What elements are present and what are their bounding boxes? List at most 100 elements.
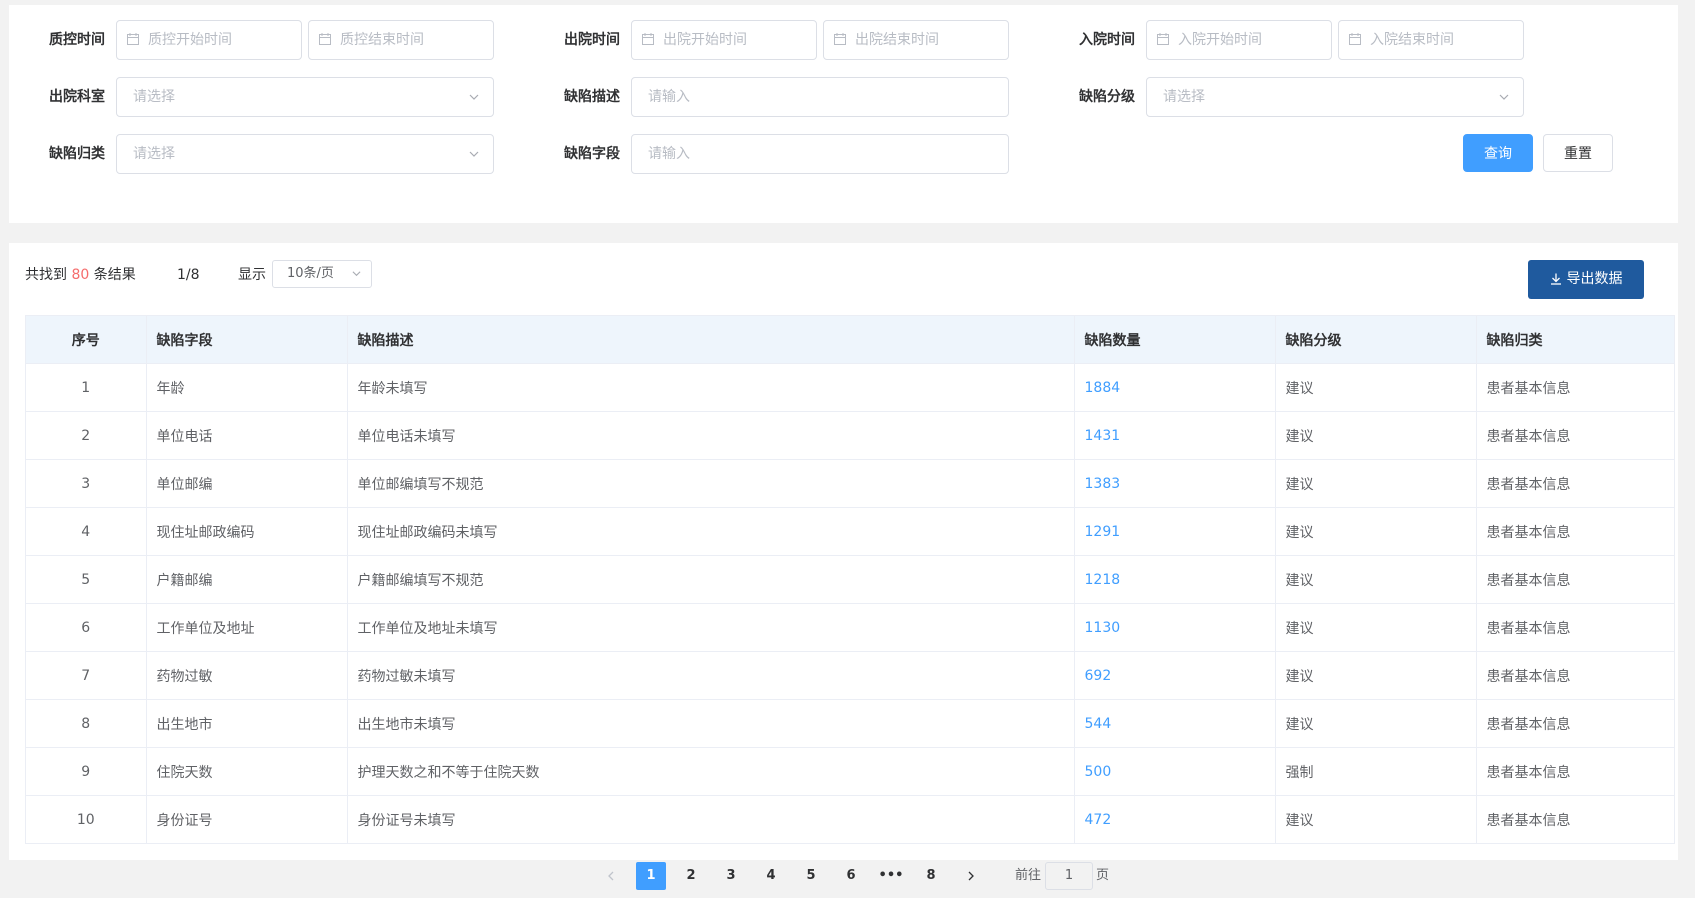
defect-category-label: 缺陷归类 — [49, 146, 105, 162]
admission-time-label: 入院时间 — [1079, 32, 1135, 48]
calendar-icon — [834, 33, 846, 45]
cell-level: 建议 — [1275, 651, 1477, 700]
cell-index: 2 — [26, 411, 147, 460]
results-panel: 共找到 80 条结果 1/8 显示 10条/页 导出数据 序号 缺陷字段 缺陷描… — [9, 243, 1678, 860]
table-row: 4 现住址邮政编码 现住址邮政编码未填写 1291 建议 患者基本信息 — [26, 507, 1674, 556]
defect-table: 序号 缺陷字段 缺陷描述 缺陷数量 缺陷分级 缺陷归类 1 年龄 年龄未填写 1884… — [25, 315, 1675, 844]
cell-field: 单位电话 — [146, 411, 348, 460]
discharge-dept-select[interactable]: 请选择 — [116, 77, 494, 117]
page-button[interactable]: 2 — [676, 862, 706, 890]
chevron-down-icon — [1499, 94, 1509, 100]
cell-field: 出生地市 — [146, 699, 348, 748]
qc-end-date-input[interactable]: 质控结束时间 — [308, 20, 494, 60]
cell-count[interactable]: 1884 — [1074, 363, 1276, 412]
cell-count[interactable]: 500 — [1074, 747, 1276, 796]
cell-count[interactable]: 1130 — [1074, 603, 1276, 652]
page-indicator: 1/8 — [177, 267, 200, 283]
col-header-desc: 缺陷描述 — [347, 316, 1075, 364]
table-row: 5 户籍邮编 户籍邮编填写不规范 1218 建议 患者基本信息 — [26, 555, 1674, 604]
cell-count[interactable]: 1291 — [1074, 507, 1276, 556]
qc-time-group: 质控时间 质控开始时间 质控结束时间 — [9, 20, 549, 60]
discharge-dept-placeholder: 请选择 — [133, 89, 175, 105]
filter-row-3: 缺陷归类 请选择 缺陷字段 请输入 查询 重置 — [9, 134, 1678, 174]
calendar-icon — [642, 33, 654, 45]
admission-start-date-input[interactable]: 入院开始时间 — [1146, 20, 1332, 60]
defect-desc-placeholder: 请输入 — [648, 89, 690, 105]
table-row: 10 身份证号 身份证号未填写 472 建议 患者基本信息 — [26, 795, 1674, 843]
qc-start-date-input[interactable]: 质控开始时间 — [116, 20, 302, 60]
page-size-select[interactable]: 10条/页 — [272, 260, 372, 288]
result-summary: 共找到 80 条结果 — [25, 265, 136, 285]
goto-page-input[interactable]: 1 — [1045, 862, 1093, 890]
show-label: 显示 — [238, 267, 266, 283]
discharge-end-placeholder: 出院结束时间 — [855, 32, 939, 48]
cell-level: 建议 — [1275, 603, 1477, 652]
cell-level: 建议 — [1275, 507, 1477, 556]
chevron-left-icon — [608, 871, 614, 880]
filter-panel: 质控时间 质控开始时间 质控结束时间 出院时间 出院开始时间 出院结束时间 入院… — [9, 5, 1678, 223]
col-header-field: 缺陷字段 — [146, 316, 348, 364]
calendar-icon — [127, 33, 139, 45]
cell-category: 患者基本信息 — [1476, 459, 1674, 508]
cell-field: 工作单位及地址 — [146, 603, 348, 652]
cell-desc: 出生地市未填写 — [347, 699, 1075, 748]
cell-count[interactable]: 1383 — [1074, 459, 1276, 508]
cell-count[interactable]: 544 — [1074, 699, 1276, 748]
cell-level: 建议 — [1275, 699, 1477, 748]
cell-desc: 药物过敏未填写 — [347, 651, 1075, 700]
table-row: 8 出生地市 出生地市未填写 544 建议 患者基本信息 — [26, 699, 1674, 748]
discharge-end-date-input[interactable]: 出院结束时间 — [823, 20, 1009, 60]
cell-category: 患者基本信息 — [1476, 555, 1674, 604]
page-size-value: 10条/页 — [287, 266, 334, 281]
table-row: 3 单位邮编 单位邮编填写不规范 1383 建议 患者基本信息 — [26, 459, 1674, 508]
cell-level: 建议 — [1275, 459, 1477, 508]
defect-field-placeholder: 请输入 — [648, 146, 690, 162]
page-button[interactable]: 8 — [916, 862, 946, 890]
calendar-icon — [319, 33, 331, 45]
prev-page-button[interactable] — [596, 862, 626, 890]
goto-prefix: 前往 — [1015, 868, 1042, 883]
defect-field-input[interactable]: 请输入 — [631, 134, 1009, 174]
cell-count[interactable]: 1218 — [1074, 555, 1276, 604]
page-button[interactable]: 3 — [716, 862, 746, 890]
defect-field-label: 缺陷字段 — [564, 146, 620, 162]
reset-button[interactable]: 重置 — [1543, 134, 1613, 172]
col-header-count: 缺陷数量 — [1074, 316, 1276, 364]
query-button[interactable]: 查询 — [1463, 134, 1533, 172]
table-row: 2 单位电话 单位电话未填写 1431 建议 患者基本信息 — [26, 411, 1674, 460]
cell-count[interactable]: 472 — [1074, 795, 1276, 843]
discharge-time-label: 出院时间 — [564, 32, 620, 48]
cell-field: 身份证号 — [146, 795, 348, 843]
admission-end-date-input[interactable]: 入院结束时间 — [1338, 20, 1524, 60]
defect-level-select[interactable]: 请选择 — [1146, 77, 1524, 117]
filter-row-dates: 质控时间 质控开始时间 质控结束时间 出院时间 出院开始时间 出院结束时间 入院… — [9, 20, 1678, 60]
cell-index: 5 — [26, 555, 147, 604]
defect-desc-input[interactable]: 请输入 — [631, 77, 1009, 117]
page-button[interactable]: 4 — [756, 862, 786, 890]
export-label: 导出数据 — [1566, 271, 1623, 287]
defect-field-group: 缺陷字段 请输入 — [524, 134, 1064, 174]
cell-count[interactable]: 1431 — [1074, 411, 1276, 460]
next-page-button[interactable] — [956, 862, 986, 890]
page-button[interactable]: 5 — [796, 862, 826, 890]
page-button[interactable]: 6 — [836, 862, 866, 890]
cell-desc: 年龄未填写 — [347, 363, 1075, 412]
discharge-start-date-input[interactable]: 出院开始时间 — [631, 20, 817, 60]
cell-field: 户籍邮编 — [146, 555, 348, 604]
cell-field: 现住址邮政编码 — [146, 507, 348, 556]
cell-index: 8 — [26, 699, 147, 748]
cell-index: 6 — [26, 603, 147, 652]
col-header-category: 缺陷归类 — [1476, 316, 1674, 364]
defect-category-select[interactable]: 请选择 — [116, 134, 494, 174]
page-button[interactable]: 1 — [636, 862, 666, 890]
table-header-row: 序号 缺陷字段 缺陷描述 缺陷数量 缺陷分级 缺陷归类 — [26, 316, 1674, 364]
cell-count[interactable]: 692 — [1074, 651, 1276, 700]
filter-row-2: 出院科室 请选择 缺陷描述 请输入 缺陷分级 请选择 — [9, 77, 1678, 117]
calendar-icon — [1157, 33, 1169, 45]
discharge-dept-label: 出院科室 — [49, 89, 105, 105]
cell-category: 患者基本信息 — [1476, 411, 1674, 460]
table-row: 6 工作单位及地址 工作单位及地址未填写 1130 建议 患者基本信息 — [26, 603, 1674, 652]
more-pages-button[interactable]: ••• — [876, 862, 906, 890]
cell-category: 患者基本信息 — [1476, 651, 1674, 700]
export-data-button[interactable]: 导出数据 — [1528, 260, 1644, 299]
